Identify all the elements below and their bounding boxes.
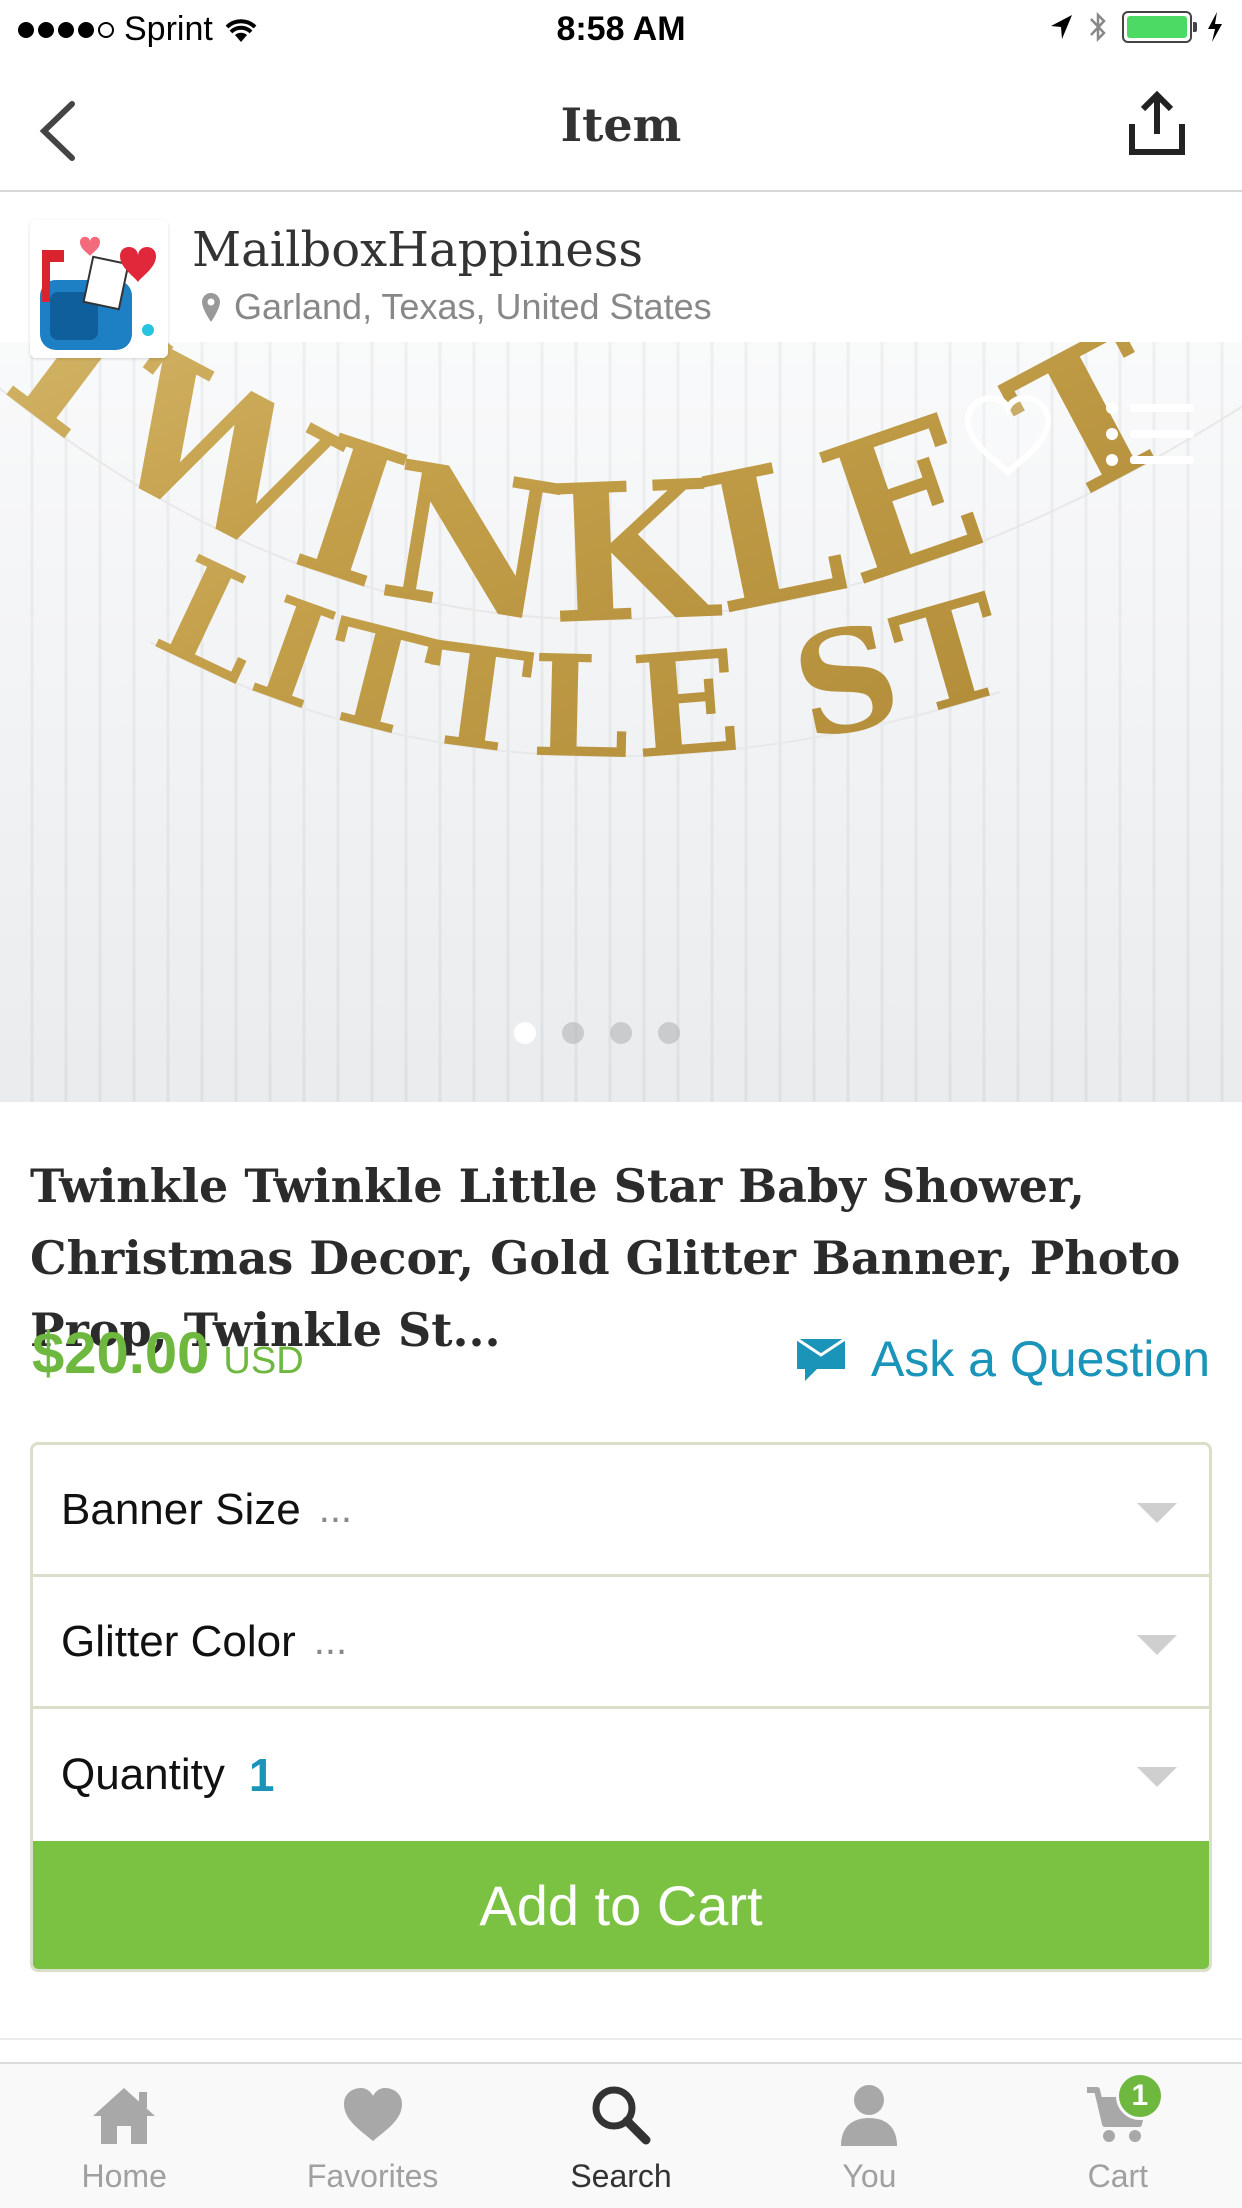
shop-location: Garland, Texas, United States [200, 286, 712, 328]
quantity-select[interactable]: Quantity 1 [33, 1709, 1209, 1841]
ask-question-button[interactable]: Ask a Question [795, 1330, 1210, 1388]
dropdown-caret-icon [1137, 1635, 1177, 1655]
shop-name[interactable]: MailboxHappiness [192, 222, 643, 278]
status-indicators [1048, 10, 1224, 44]
banner-size-value: ... [318, 1487, 353, 1531]
tab-label: Home [81, 2158, 167, 2194]
person-icon [829, 2080, 909, 2150]
product-image-gallery[interactable]: TWINKLE TWINKLE LITTLE STAR [0, 342, 1242, 1102]
battery-icon [1122, 11, 1197, 43]
banner-size-select[interactable]: Banner Size ... [33, 1445, 1209, 1577]
pager-dot[interactable] [562, 1022, 584, 1044]
pager-dot[interactable] [610, 1022, 632, 1044]
shop-location-text: Garland, Texas, United States [234, 286, 712, 327]
mailbox-logo-icon [30, 220, 168, 358]
ask-question-label: Ask a Question [870, 1331, 1210, 1387]
divider [0, 2038, 1242, 2040]
favorite-button[interactable] [960, 390, 1056, 480]
price-row: $20.00 USD [32, 1320, 304, 1387]
glitter-color-label: Glitter Color [61, 1616, 296, 1666]
image-pager[interactable] [0, 1022, 1218, 1044]
location-pin-icon [202, 293, 220, 322]
quantity-value: 1 [248, 1749, 275, 1801]
pager-dot[interactable] [514, 1022, 536, 1044]
glitter-color-value: ... [313, 1619, 348, 1663]
charging-bolt-icon [1208, 12, 1222, 42]
bluetooth-icon [1090, 11, 1106, 43]
share-button[interactable] [1122, 90, 1192, 160]
heart-icon [333, 2080, 413, 2150]
tab-cart[interactable]: 1 Cart [994, 2064, 1242, 2208]
glitter-color-select[interactable]: Glitter Color ... [33, 1577, 1209, 1709]
message-icon [796, 1337, 846, 1381]
location-arrow-icon [1051, 15, 1072, 39]
cart-icon: 1 [1078, 2072, 1164, 2150]
tab-favorites[interactable]: Favorites [248, 2064, 496, 2208]
add-to-list-button[interactable] [1100, 392, 1200, 478]
add-to-cart-button[interactable]: Add to Cart [33, 1841, 1209, 1969]
banner-size-label: Banner Size [61, 1484, 301, 1534]
tab-label: You [842, 2158, 897, 2194]
tab-label: Cart [1087, 2158, 1149, 2194]
heart-outline-icon [964, 394, 1052, 477]
nav-bar: Item [0, 64, 1242, 192]
page-title: Item [560, 98, 682, 152]
shop-avatar[interactable] [30, 220, 168, 358]
dropdown-caret-icon [1137, 1503, 1177, 1523]
pager-dot[interactable] [658, 1022, 680, 1044]
shop-header[interactable]: MailboxHappiness Garland, Texas, United … [0, 194, 1242, 358]
variation-options: Banner Size ... Glitter Color ... Quanti… [30, 1442, 1212, 1972]
tab-search[interactable]: Search [497, 2064, 745, 2208]
price: $20.00 [32, 1321, 210, 1386]
home-icon [84, 2080, 164, 2150]
status-bar: Sprint 8:58 AM [0, 0, 1242, 60]
dropdown-caret-icon [1137, 1767, 1177, 1787]
tab-label: Search [570, 2158, 672, 2194]
quantity-label: Quantity [61, 1750, 225, 1799]
currency: USD [223, 1340, 304, 1382]
tab-home[interactable]: Home [0, 2064, 248, 2208]
share-icon [1129, 90, 1185, 155]
search-icon [581, 2080, 661, 2150]
cart-count-badge: 1 [1115, 2072, 1164, 2120]
list-icon [1106, 402, 1194, 466]
tab-label: Favorites [306, 2158, 439, 2194]
tab-you[interactable]: You [745, 2064, 993, 2208]
tab-bar: Home Favorites Search You 1 Cart [0, 2062, 1242, 2208]
